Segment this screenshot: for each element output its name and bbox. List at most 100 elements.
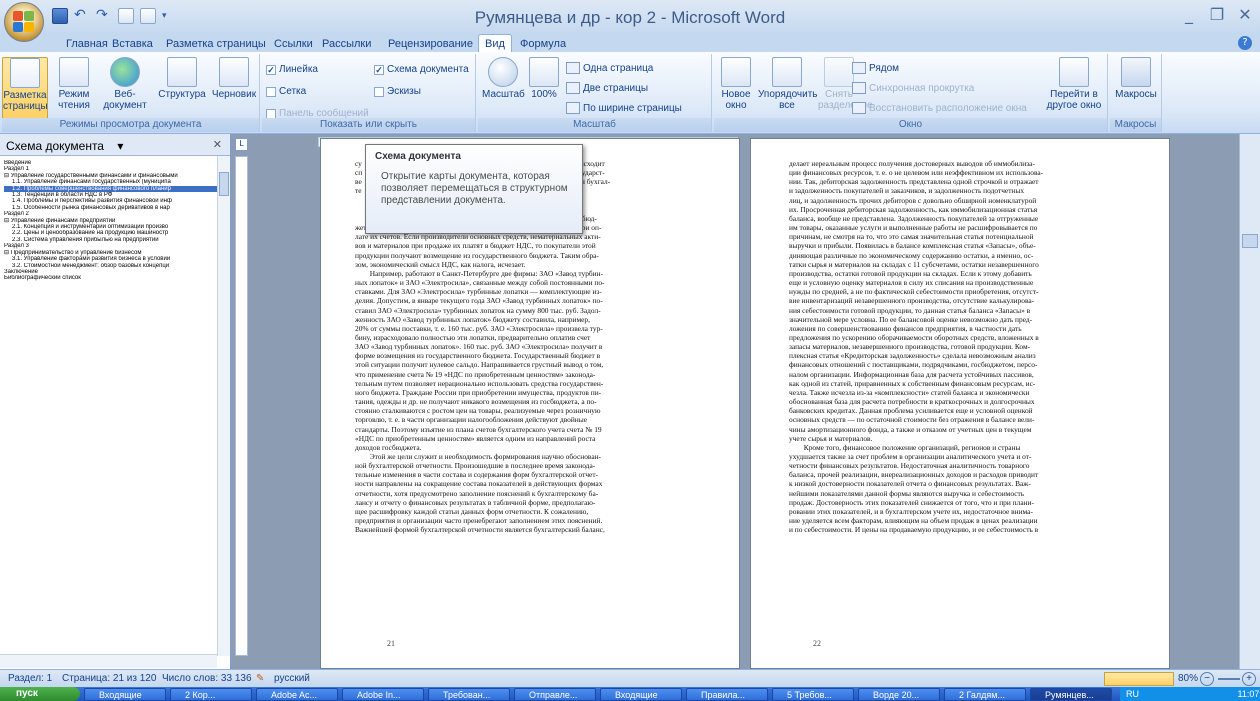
reading-mode-icon: [59, 57, 89, 87]
taskbar-button[interactable]: Adobe Ac...: [256, 688, 338, 701]
page-indicator[interactable]: Страница: 21 из 120: [62, 673, 156, 684]
taskbar-button[interactable]: Румянцев...: [1030, 688, 1112, 701]
windows-taskbar: пуск Входящие 2 Кор... Adobe Ac... Adobe In…: [0, 687, 1260, 701]
tab-view[interactable]: Вид: [478, 34, 512, 53]
scroll-thumb[interactable]: [219, 172, 229, 196]
draft-button[interactable]: Черновик: [210, 57, 258, 100]
web-layout-button[interactable]: Веб-документ: [96, 57, 154, 111]
tab-references[interactable]: Ссылки: [268, 37, 319, 51]
document-map-header[interactable]: Схема документа ▾ ✕: [0, 134, 230, 156]
side-by-side-icon: [852, 62, 866, 74]
zoom-100-icon: [529, 57, 559, 87]
zoom-level[interactable]: 80%: [1178, 673, 1198, 684]
clock: 11:07: [1237, 689, 1260, 699]
window-controls: _ ❐ ✕: [1180, 5, 1254, 24]
spellcheck-icon[interactable]: ✎: [256, 673, 264, 684]
new-window-button[interactable]: Новое окно: [716, 57, 756, 111]
close-button[interactable]: ✕: [1236, 5, 1254, 24]
one-page-icon: [566, 62, 580, 74]
document-map-hscrollbar[interactable]: [0, 654, 217, 668]
page-22[interactable]: делает нереальным процесс получения дост…: [750, 138, 1170, 669]
restore-button[interactable]: ❐: [1208, 5, 1226, 24]
sync-scroll-button[interactable]: Синхронная прокрутка: [852, 82, 974, 94]
switch-windows-button[interactable]: Перейти в другое окно: [1044, 57, 1104, 111]
magnifier-icon: [488, 57, 518, 87]
word-count[interactable]: Число слов: 33 136: [162, 673, 252, 684]
group-show-hide: ✓ Линейка Сетка Панель сообщений ✓ Схема д…: [262, 54, 476, 132]
side-by-side-button[interactable]: Рядом: [852, 62, 899, 74]
two-pages-button[interactable]: Две страницы: [566, 82, 648, 94]
zoom-button[interactable]: Масштаб: [482, 57, 525, 100]
taskbar-button[interactable]: Входящие: [600, 688, 682, 701]
arrange-all-button[interactable]: Упорядочить все: [758, 57, 818, 111]
outline-icon: [167, 57, 197, 87]
print-layout-button[interactable]: Разметка страницы: [2, 57, 48, 119]
zoom-in-icon[interactable]: +: [1242, 672, 1256, 686]
close-icon[interactable]: ✕: [213, 138, 222, 151]
web-layout-icon: [110, 57, 140, 87]
taskbar-button[interactable]: 2 Галдям...: [944, 688, 1026, 701]
split-icon: [824, 57, 854, 87]
help-icon[interactable]: ?: [1238, 36, 1252, 50]
document-map-item[interactable]: Библиографический список: [4, 275, 220, 281]
page-width-icon: [566, 102, 580, 114]
tab-review[interactable]: Рецензирование: [382, 37, 479, 51]
two-pages-icon: [566, 82, 580, 94]
group-zoom: Масштаб 100% Одна страница Две страницы …: [478, 54, 712, 132]
checkmark-icon: ✓: [266, 64, 276, 75]
taskbar-button[interactable]: Правила...: [686, 688, 768, 701]
status-bar: Раздел: 1 Страница: 21 из 120 Число слов…: [0, 669, 1260, 687]
reading-mode-button[interactable]: Режим чтения: [54, 57, 94, 111]
chevron-down-icon[interactable]: ▾: [117, 139, 123, 153]
group-document-views: Разметка страницы Режим чтения Веб-докум…: [2, 54, 260, 132]
document-map-checkbox[interactable]: ✓ Схема документа: [374, 64, 469, 75]
zoom-100-button[interactable]: 100%: [526, 57, 562, 100]
start-button[interactable]: пуск: [0, 687, 80, 701]
ruler-toggle-icon[interactable]: L: [235, 138, 248, 151]
reset-window-position-button[interactable]: Восстановить расположение окна: [852, 102, 1027, 114]
taskbar-button[interactable]: 5 Требов...: [772, 688, 854, 701]
taskbar-button[interactable]: Требован...: [428, 688, 510, 701]
language-indicator[interactable]: русский: [274, 673, 310, 684]
taskbar-button[interactable]: Входящие: [84, 688, 166, 701]
tab-mailings[interactable]: Рассылки: [316, 37, 377, 51]
tab-insert[interactable]: Вставка: [106, 37, 159, 51]
tab-formula[interactable]: Формула: [514, 37, 572, 51]
macros-button[interactable]: Макросы: [1114, 57, 1158, 100]
arrange-all-icon: [772, 57, 802, 87]
outline-button[interactable]: Структура: [154, 57, 210, 100]
switch-windows-icon: [1059, 57, 1089, 87]
document-map-scrollbar[interactable]: [217, 156, 230, 656]
taskbar-button[interactable]: Отправле...: [514, 688, 596, 701]
tab-page-layout[interactable]: Разметка страницы: [160, 37, 272, 51]
group-label-views: Режимы просмотра документа: [2, 118, 259, 132]
one-page-button[interactable]: Одна страница: [566, 62, 653, 74]
taskbar-button[interactable]: 2 Кор...: [170, 688, 252, 701]
page-width-button[interactable]: По ширине страницы: [566, 102, 682, 114]
group-label-macros: Макросы: [1110, 118, 1161, 132]
taskbar-button[interactable]: Adobe In...: [342, 688, 424, 701]
gridlines-checkbox[interactable]: Сетка: [266, 86, 306, 97]
section-indicator[interactable]: Раздел: 1: [8, 673, 52, 684]
taskbar-button[interactable]: Ворде 20...: [858, 688, 940, 701]
group-label-zoom: Масштаб: [478, 118, 711, 132]
sync-scroll-icon: [852, 82, 866, 94]
office-button[interactable]: [4, 2, 44, 42]
office-logo-icon: [13, 11, 35, 33]
minimize-button[interactable]: _: [1180, 5, 1198, 24]
vertical-scrollbar[interactable]: [1239, 134, 1260, 669]
print-layout-icon: [10, 58, 40, 88]
group-label-show-hide: Показать или скрыть: [262, 118, 475, 132]
view-buttons[interactable]: [1104, 672, 1174, 686]
group-window: Новое окно Упорядочить все Снять разделе…: [714, 54, 1108, 132]
document-map-list: Введение Раздел 1 ⊟ Управление государстве…: [4, 160, 220, 282]
scroll-thumb[interactable]: [1242, 234, 1258, 248]
ruler-checkbox[interactable]: ✓ Линейка: [266, 64, 318, 75]
page-text[interactable]: делает нереальным процесс получения дост…: [789, 159, 1141, 534]
thumbnails-checkbox[interactable]: Эскизы: [374, 86, 421, 97]
zoom-slider[interactable]: [1218, 678, 1240, 680]
zoom-out-icon[interactable]: −: [1200, 672, 1214, 686]
vertical-ruler: [235, 156, 248, 656]
language-indicator[interactable]: RU: [1126, 689, 1139, 699]
document-map-pane: Схема документа ▾ ✕ Введение Раздел 1 ⊟ Уп…: [0, 134, 231, 669]
